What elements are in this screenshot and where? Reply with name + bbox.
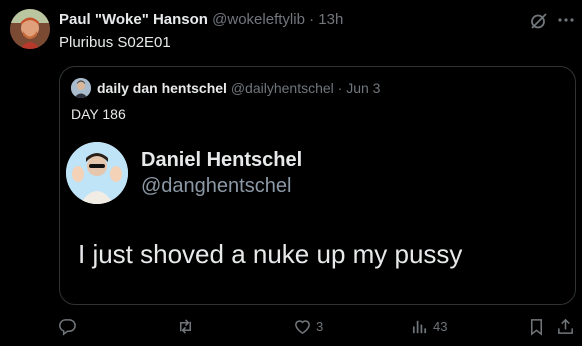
author-handle[interactable]: @wokeleftylib — [212, 11, 305, 28]
views-button[interactable]: 43 — [410, 313, 447, 339]
grok-icon[interactable] — [530, 12, 548, 30]
inner-name: Daniel Hentschel — [141, 149, 303, 171]
author-avatar-image — [10, 9, 50, 49]
like-icon — [295, 319, 310, 334]
separator: · — [337, 80, 343, 96]
author-name[interactable]: Paul "Woke" Hanson — [59, 11, 208, 28]
quoted-author-avatar-image — [71, 78, 91, 98]
tweet-text: Pluribus S02E01 — [59, 34, 171, 51]
reply-icon — [59, 318, 76, 336]
share-button[interactable] — [556, 313, 575, 339]
tweet-header: Paul "Woke" Hanson @wokeleftylib · 13h — [59, 11, 343, 28]
action-bar: 3 43 — [0, 313, 582, 339]
like-count: 3 — [316, 318, 324, 334]
reply-button[interactable] — [58, 313, 77, 339]
inner-avatar-image — [66, 142, 128, 204]
author-avatar[interactable] — [10, 9, 50, 49]
bookmark-button[interactable] — [527, 313, 546, 339]
quoted-author-handle[interactable]: @dailyhentschel — [231, 80, 334, 96]
views-count: 43 — [433, 318, 448, 334]
like-button[interactable]: 3 — [293, 313, 323, 339]
bookmark-icon — [530, 318, 543, 336]
quoted-tweet-text: DAY 186 — [71, 106, 126, 122]
quoted-author-avatar[interactable] — [71, 78, 91, 98]
share-icon — [558, 318, 573, 334]
retweet-icon — [179, 318, 192, 334]
separator: · — [309, 11, 315, 28]
inner-handle: @danghentschel — [141, 175, 292, 197]
quoted-author-name[interactable]: daily dan hentschel — [97, 80, 227, 96]
retweet-button[interactable] — [176, 313, 195, 339]
quoted-tweet-date[interactable]: Jun 3 — [346, 80, 380, 96]
inner-text: I just shoved a nuke up my pussy — [78, 239, 463, 269]
inner-avatar — [66, 142, 128, 204]
views-icon — [412, 320, 427, 333]
quoted-tweet-header: daily dan hentschel @dailyhentschel · Ju… — [97, 80, 380, 96]
more-icon[interactable] — [557, 16, 575, 24]
quoted-tweet[interactable]: daily dan hentschel @dailyhentschel · Ju… — [59, 66, 576, 305]
tweet-time[interactable]: 13h — [318, 11, 343, 28]
